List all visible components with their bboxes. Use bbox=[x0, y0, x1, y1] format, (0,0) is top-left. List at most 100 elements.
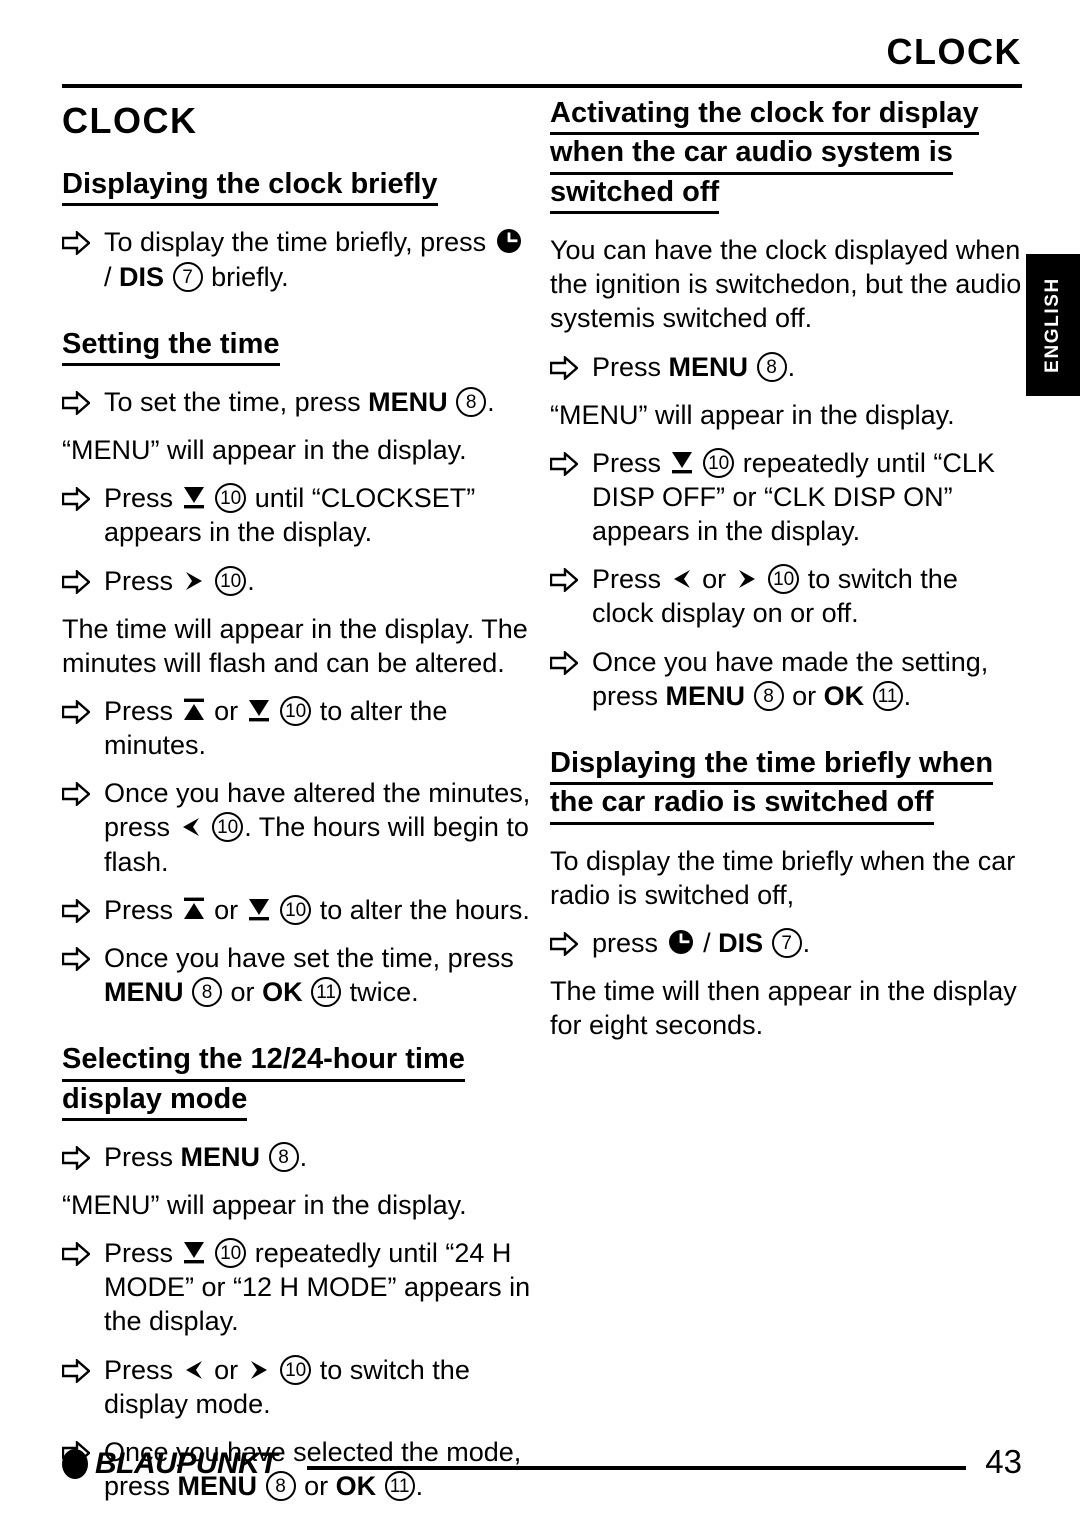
callout-ref-10: 10 bbox=[703, 447, 735, 478]
step-press-left-hours-flash: Once you have altered the minutes, press… bbox=[61, 776, 534, 878]
key-label-dis: DIS bbox=[718, 927, 764, 958]
arrow-bullet-icon bbox=[61, 485, 91, 513]
step-text-a: To display the time briefly, press bbox=[104, 227, 487, 258]
callout-ref-10: 10 bbox=[212, 812, 244, 843]
section-heading-activating-clock-display: Activating the clock for display when th… bbox=[550, 96, 1022, 215]
paragraph-time-appears-eight-seconds: The time will then appear in the display… bbox=[550, 975, 1017, 1041]
arrow-bullet-icon bbox=[61, 1144, 91, 1172]
step-text-a: Once you have set the time, press bbox=[104, 942, 514, 973]
arrow-left-solid-icon bbox=[671, 567, 693, 591]
key-label-ok: OK bbox=[262, 977, 303, 1007]
step-text-b: / bbox=[104, 261, 112, 292]
arrow-left-solid-icon bbox=[183, 1358, 205, 1382]
arrow-bullet-icon bbox=[549, 930, 579, 957]
step-text-b: / bbox=[703, 927, 711, 958]
step-text-or: or bbox=[702, 564, 727, 595]
section-heading-setting-the-time: Setting the time bbox=[62, 327, 534, 367]
arrow-bullet-icon bbox=[61, 229, 91, 257]
step-switch-clock-display: Press or 10 to switch the clock display … bbox=[549, 562, 1022, 630]
blaupunkt-dot-icon bbox=[62, 1449, 88, 1479]
section-heading-text-line3: switched off bbox=[550, 175, 720, 215]
step-text-b: . bbox=[787, 351, 796, 382]
step-text-a: Press bbox=[104, 894, 174, 925]
step-alter-hours: Press or 10 to alter the hours. bbox=[61, 893, 534, 927]
clock-icon bbox=[668, 929, 694, 955]
arrow-bullet-icon bbox=[61, 698, 91, 726]
arrow-bullet-icon bbox=[549, 450, 579, 477]
step-text-or: or bbox=[214, 1354, 239, 1385]
step-text-a: Once you have made the setting, press bbox=[592, 646, 989, 711]
callout-ref-8: 8 bbox=[268, 1141, 299, 1172]
step-text-b: . bbox=[299, 1141, 308, 1172]
language-tab-label: ENGLISH bbox=[1042, 277, 1063, 373]
step-text-c: briefly. bbox=[211, 261, 289, 292]
arrow-down-bar-icon bbox=[671, 449, 693, 475]
arrow-bullet-icon bbox=[61, 1357, 91, 1384]
paragraph-display-time-radio-off: To display the time briefly when the car… bbox=[550, 845, 1016, 910]
step-text-a: Press bbox=[104, 483, 174, 514]
step-text-c: . bbox=[802, 927, 811, 958]
section-heading-text-line2: when the car audio system is bbox=[550, 135, 953, 175]
callout-ref-10: 10 bbox=[280, 894, 312, 925]
step-text-a: press bbox=[592, 927, 659, 958]
step-text-a: Press bbox=[104, 1141, 174, 1172]
section-heading-text-line1: Activating the clock for display bbox=[550, 96, 979, 136]
step-press-down-until-clk-disp: Press 10 repeatedly until “CLK DISP OFF”… bbox=[549, 446, 1022, 548]
arrow-right-solid-icon bbox=[248, 1358, 270, 1382]
key-label-menu: MENU bbox=[180, 1141, 261, 1172]
section-heading-displaying-clock-briefly: Displaying the clock briefly bbox=[62, 167, 534, 207]
key-label-ok: OK bbox=[823, 680, 865, 711]
arrow-bullet-icon bbox=[61, 780, 91, 808]
brand-name: BLAUPUNKT bbox=[95, 1447, 278, 1480]
step-press-menu: Press MENU 8. bbox=[61, 1140, 534, 1174]
blaupunkt-logo: BLAUPUNKT bbox=[62, 1447, 278, 1481]
arrow-bullet-icon bbox=[549, 566, 579, 594]
arrow-right-solid-icon bbox=[183, 569, 205, 593]
page-number: 43 bbox=[985, 1443, 1022, 1480]
step-switch-display-mode: Press or 10 to switch the display mode. bbox=[61, 1353, 534, 1421]
callout-ref-11: 11 bbox=[311, 977, 342, 1007]
step-confirm-clock-display-setting: Once you have made the setting, press ME… bbox=[549, 645, 1022, 713]
step-press-down-until-hour-mode: Press 10 repeatedly until “24 H MODE” or… bbox=[61, 1236, 534, 1338]
key-label-menu: MENU bbox=[665, 680, 746, 711]
arrow-bullet-icon bbox=[549, 649, 579, 676]
step-text-b: to alter the hours. bbox=[319, 894, 530, 925]
arrow-bullet-icon bbox=[61, 389, 91, 417]
callout-ref-10: 10 bbox=[215, 1238, 247, 1269]
section-heading-displaying-time-radio-off: Displaying the time briefly when the car… bbox=[550, 746, 1022, 825]
step-alter-minutes: Press or 10 to alter the minutes. bbox=[61, 694, 534, 762]
callout-ref-10: 10 bbox=[768, 564, 800, 595]
step-text-b: . bbox=[487, 387, 495, 418]
paragraph-time-appears-minutes-flash: The time will appear in the display. The… bbox=[62, 613, 528, 678]
clock-icon bbox=[496, 228, 522, 254]
step-text-a: Press bbox=[592, 447, 662, 478]
arrow-down-bar-icon bbox=[183, 1239, 205, 1265]
callout-ref-10: 10 bbox=[215, 565, 247, 596]
header-divider bbox=[62, 84, 1022, 88]
page-title: CLOCK bbox=[62, 100, 198, 141]
key-label-menu: MENU bbox=[368, 387, 448, 418]
running-head: CLOCK bbox=[886, 31, 1022, 72]
callout-ref-8: 8 bbox=[756, 351, 787, 382]
language-tab-english: ENGLISH bbox=[1026, 254, 1080, 396]
right-column: Activating the clock for display when th… bbox=[549, 96, 1022, 1056]
arrow-up-bar-icon bbox=[183, 697, 205, 723]
arrow-bullet-icon bbox=[549, 354, 579, 381]
arrow-bullet-icon bbox=[61, 945, 91, 973]
step-text-a: Press bbox=[104, 565, 174, 596]
callout-ref-8: 8 bbox=[192, 977, 223, 1007]
footer-divider bbox=[307, 1466, 966, 1470]
step-press-menu: Press MENU 8. bbox=[549, 350, 1022, 384]
step-text-a: Press bbox=[592, 351, 662, 382]
arrow-down-bar-icon bbox=[248, 896, 270, 922]
section-heading-text: Displaying the clock briefly bbox=[62, 167, 438, 207]
step-text-a: To set the time, press bbox=[104, 387, 361, 418]
arrow-down-bar-icon bbox=[248, 697, 270, 723]
section-heading-text-line2: display mode bbox=[62, 1082, 248, 1121]
key-label-dis: DIS bbox=[119, 261, 165, 292]
